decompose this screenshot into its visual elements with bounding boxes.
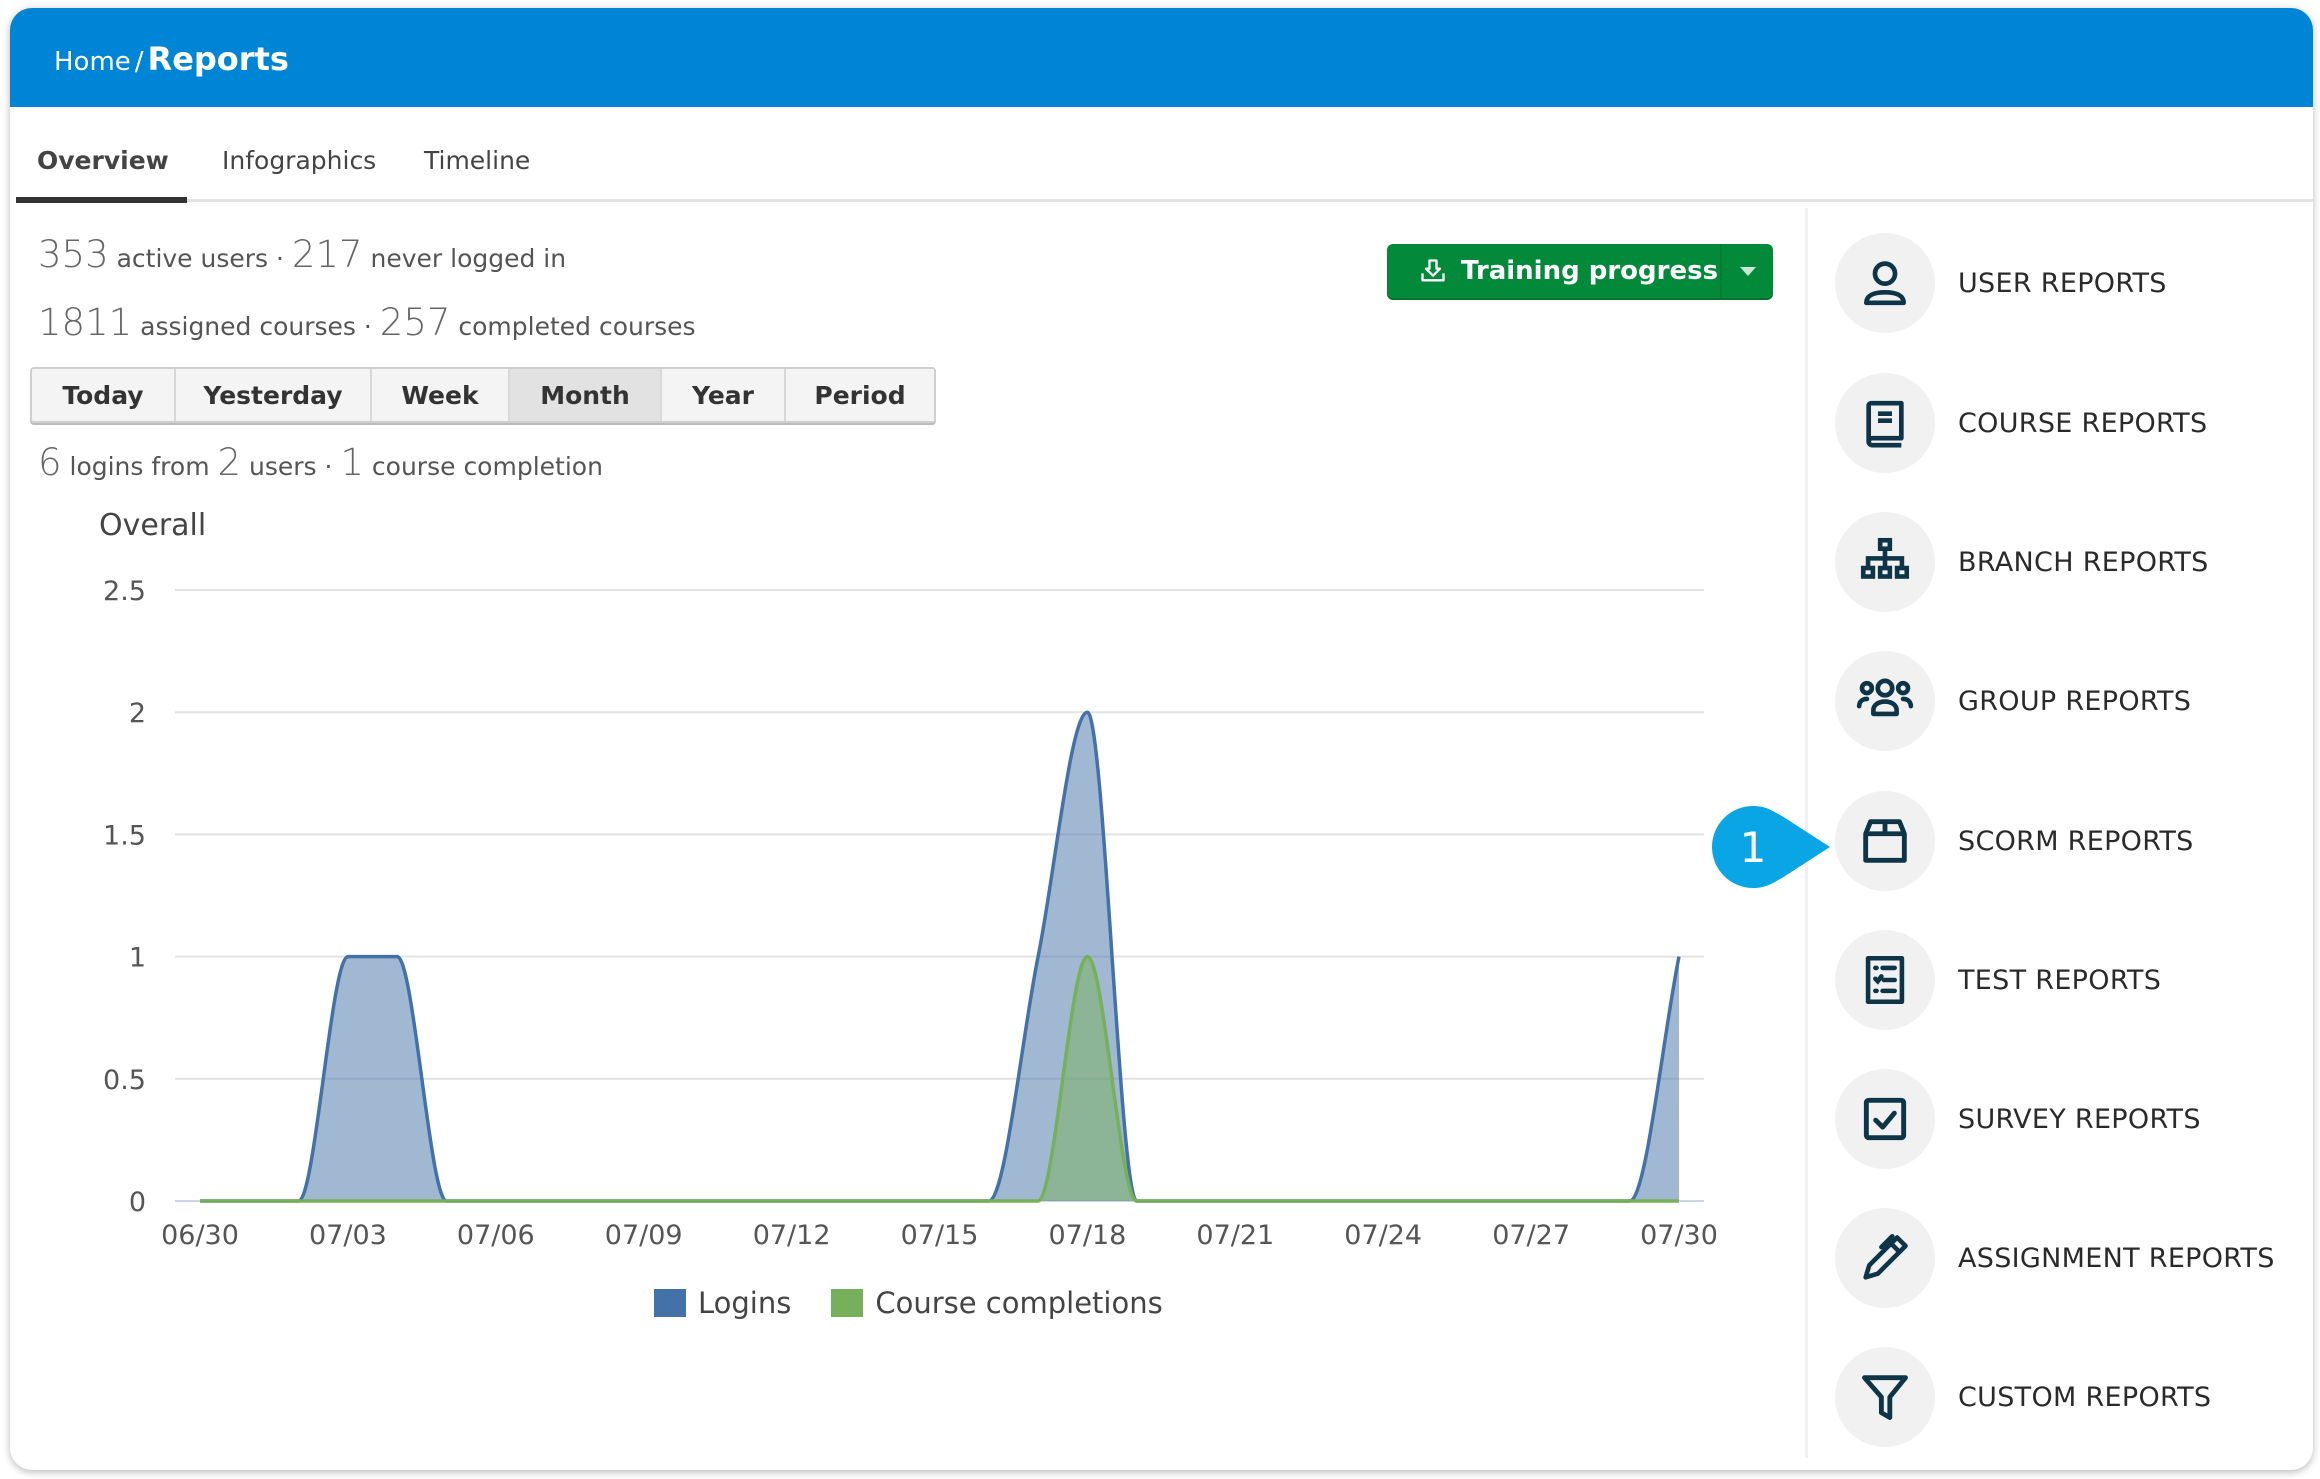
sidebar-item-label: CUSTOM REPORTS <box>1958 1381 2212 1413</box>
legend-swatch-logins <box>654 1289 686 1317</box>
sidebar-item-label: GROUP REPORTS <box>1958 685 2192 717</box>
y-tick-label: 1 <box>129 943 146 974</box>
icon-circle <box>1835 373 1935 473</box>
box-icon <box>1863 819 1907 863</box>
legend-swatch-course-completions <box>831 1289 864 1317</box>
checkbox-icon <box>1863 1097 1907 1141</box>
sidebar-item-assignment-reports[interactable]: ASSIGNMENT REPORTS <box>1835 1208 2275 1308</box>
icon-circle <box>1835 651 1935 751</box>
icon-circle <box>1835 512 1935 612</box>
group-icon <box>1856 678 1914 717</box>
overall-chart: 0 0.5 1 1.5 2 2.5 06/30 07/03 07/06 07/09 07/12 07/… <box>103 576 1718 1251</box>
sidebar-item-label: BRANCH REPORTS <box>1958 546 2209 578</box>
sitemap-icon <box>1860 537 1910 579</box>
x-tick-label: 07/24 <box>1344 1220 1422 1251</box>
sidebar-item-group-reports[interactable]: GROUP REPORTS <box>1835 651 2191 751</box>
user-icon <box>1864 261 1906 306</box>
sidebar-item-label: TEST REPORTS <box>1958 964 2162 996</box>
x-tick-label: 07/12 <box>753 1220 831 1251</box>
x-tick-label: 07/09 <box>605 1220 683 1251</box>
icon-circle <box>1835 233 1935 333</box>
sidebar-item-label: COURSE REPORTS <box>1958 407 2208 439</box>
x-tick-label: 07/15 <box>901 1220 979 1251</box>
x-tick-label: 07/06 <box>457 1220 535 1251</box>
pen-icon <box>1863 1233 1908 1280</box>
sidebar-item-test-reports[interactable]: TEST REPORTS <box>1835 930 2161 1030</box>
x-tick-label: 07/21 <box>1196 1220 1274 1251</box>
x-tick-label: 07/27 <box>1492 1220 1570 1251</box>
checklist-icon <box>1865 955 1905 1005</box>
y-tick-label: 1.5 <box>103 820 146 851</box>
filter-icon <box>1862 1375 1908 1420</box>
sidebar-item-branch-reports[interactable]: BRANCH REPORTS <box>1835 512 2209 612</box>
legend-item-course-completions[interactable]: Course completions <box>831 1286 1163 1320</box>
x-tick-label: 07/30 <box>1640 1220 1718 1251</box>
icon-circle <box>1835 930 1935 1030</box>
sidebar-item-label: USER REPORTS <box>1958 267 2167 299</box>
sidebar-item-label: SCORM REPORTS <box>1958 825 2194 857</box>
x-tick-label: 06/30 <box>161 1220 239 1251</box>
sidebar-item-custom-reports[interactable]: CUSTOM REPORTS <box>1835 1347 2211 1447</box>
sidebar-item-course-reports[interactable]: COURSE REPORTS <box>1835 373 2207 473</box>
icon-circle <box>1835 1069 1935 1169</box>
sidebar-item-label: SURVEY REPORTS <box>1958 1103 2201 1135</box>
y-tick-label: 2.5 <box>103 576 146 607</box>
legend-label-course-completions: Course completions <box>875 1286 1163 1320</box>
y-tick-label: 0.5 <box>103 1065 146 1096</box>
icon-circle <box>1835 1347 1935 1447</box>
x-tick-label: 07/18 <box>1048 1220 1126 1251</box>
legend-item-logins[interactable]: Logins <box>654 1286 791 1320</box>
sidebar-item-user-reports[interactable]: USER REPORTS <box>1835 233 2167 333</box>
sidebar-item-scorm-reports[interactable]: SCORM REPORTS <box>1835 791 2194 891</box>
y-tick-label: 2 <box>129 698 146 729</box>
sidebar-item-label: ASSIGNMENT REPORTS <box>1958 1242 2275 1274</box>
icon-circle <box>1835 1208 1935 1308</box>
sidebar-item-survey-reports[interactable]: SURVEY REPORTS <box>1835 1069 2201 1169</box>
chart-legend: Logins Course completions <box>654 1286 1203 1320</box>
legend-label-logins: Logins <box>698 1286 792 1320</box>
icon-circle <box>1835 791 1935 891</box>
x-tick-label: 07/03 <box>309 1220 387 1251</box>
book-icon <box>1866 400 1904 448</box>
y-tick-label: 0 <box>129 1187 146 1218</box>
